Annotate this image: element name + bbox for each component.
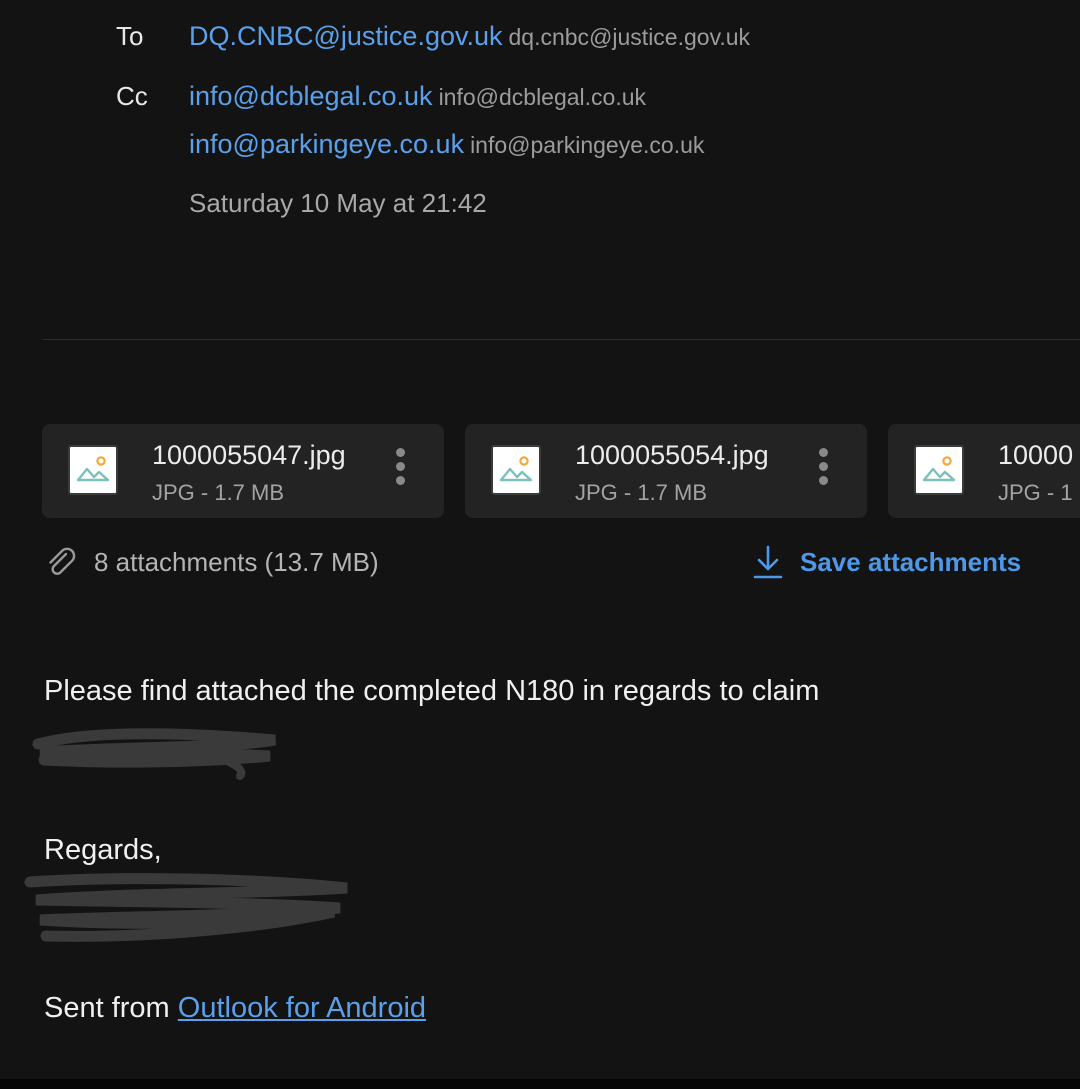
sent-date: Saturday 10 May at 21:42 bbox=[189, 188, 487, 218]
save-attachments-button[interactable]: Save attachments bbox=[752, 542, 1021, 582]
cc-label: Cc bbox=[116, 81, 148, 111]
download-icon bbox=[753, 545, 783, 579]
redacted-scribble bbox=[24, 873, 348, 942]
more-vertical-icon[interactable] bbox=[390, 448, 410, 494]
attachment-name: 10000 bbox=[998, 440, 1074, 470]
outlook-link[interactable]: Outlook for Android bbox=[178, 992, 426, 1024]
cc-recipient[interactable]: info@dcblegal.co.uk info@dcblegal.co.uk bbox=[189, 81, 646, 112]
email-view: To DQ.CNBC@justice.gov.uk dq.cnbc@justice… bbox=[0, 0, 1080, 1079]
recipient-name[interactable]: DQ.CNBC@justice.gov.uk bbox=[189, 21, 503, 51]
recipient-name[interactable]: info@parkingeye.co.uk bbox=[189, 129, 464, 159]
attachment-meta: JPG - 1.7 MB bbox=[152, 480, 285, 505]
attachment-list[interactable]: 1000055047.jpg JPG - 1.7 MB 1000055054.j… bbox=[42, 424, 1080, 520]
save-attachments-label: Save attachments bbox=[800, 546, 1022, 577]
attachment-card[interactable]: 10000 JPG - 1 bbox=[888, 424, 1080, 518]
image-icon bbox=[914, 445, 964, 495]
recipient-address: dq.cnbc@justice.gov.uk bbox=[508, 24, 751, 50]
paperclip-icon bbox=[49, 547, 76, 575]
attachment-name: 1000055054.jpg bbox=[575, 440, 769, 470]
image-icon bbox=[68, 445, 118, 495]
header-divider bbox=[43, 339, 1080, 340]
attachment-name: 1000055047.jpg bbox=[152, 440, 346, 470]
attachment-card[interactable]: 1000055047.jpg JPG - 1.7 MB bbox=[42, 424, 444, 518]
image-icon bbox=[491, 445, 541, 495]
body-line: Regards, bbox=[44, 834, 162, 866]
to-recipient[interactable]: DQ.CNBC@justice.gov.uk dq.cnbc@justice.go… bbox=[189, 21, 750, 52]
bottom-edge bbox=[0, 1079, 1080, 1089]
attachment-card[interactable]: 1000055054.jpg JPG - 1.7 MB bbox=[465, 424, 867, 518]
signature: Sent from Outlook for Android bbox=[44, 992, 426, 1025]
recipient-name[interactable]: info@dcblegal.co.uk bbox=[189, 81, 433, 111]
attachment-meta: JPG - 1.7 MB bbox=[575, 480, 708, 505]
sent-from-text: Sent from bbox=[44, 992, 178, 1024]
recipient-address: info@parkingeye.co.uk bbox=[470, 132, 705, 158]
attachment-summary: 8 attachments (13.7 MB) bbox=[44, 544, 379, 580]
to-label: To bbox=[116, 21, 144, 51]
more-vertical-icon[interactable] bbox=[813, 448, 833, 494]
body-line: Please find attached the completed N180 … bbox=[44, 675, 820, 707]
attachment-count: 8 attachments (13.7 MB) bbox=[94, 546, 379, 577]
recipient-address: info@dcblegal.co.uk bbox=[438, 84, 647, 110]
attachment-meta: JPG - 1 bbox=[998, 480, 1073, 505]
cc-recipient[interactable]: info@parkingeye.co.uk info@parkingeye.co.… bbox=[189, 129, 704, 160]
redacted-scribble bbox=[32, 728, 276, 780]
